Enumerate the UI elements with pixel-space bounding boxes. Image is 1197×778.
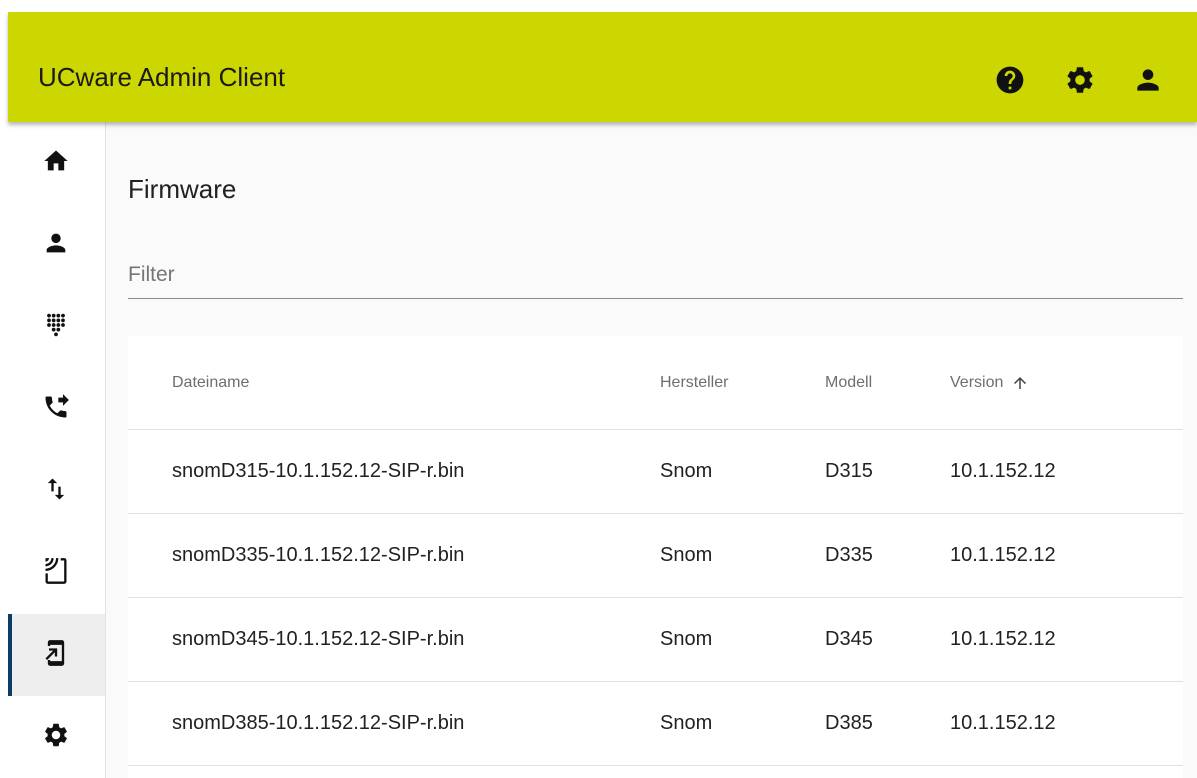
sidebar-item-firmware[interactable] (8, 614, 105, 696)
cell-filename: snomD335-10.1.152.12-SIP-r.bin (172, 544, 465, 566)
cell-filename: snomD385-10.1.152.12-SIP-r.bin (172, 712, 465, 734)
cell-vendor: Snom (660, 628, 713, 650)
sidebar-nav (8, 122, 106, 778)
column-header-version-label: Version (950, 373, 1004, 391)
column-header-hersteller[interactable]: Hersteller (660, 336, 728, 429)
sidebar-item-devices[interactable] (8, 532, 105, 614)
sidebar-item-import-export[interactable] (8, 450, 105, 532)
cell-vendor: Snom (660, 544, 713, 566)
cell-version: 10.1.152.12 (950, 460, 1056, 482)
cell-vendor: Snom (660, 460, 713, 482)
user-icon (46, 233, 66, 253)
cell-filename: snomD345-10.1.152.12-SIP-r.bin (172, 628, 465, 650)
cell-version: 10.1.152.12 (950, 628, 1056, 650)
table-row[interactable]: snomD315-10.1.152.12-SIP-r.bin Snom D315… (128, 430, 1183, 514)
home-icon (44, 150, 68, 171)
column-header-modell[interactable]: Modell (825, 336, 872, 429)
table-header-row: Dateiname Hersteller Modell Version (128, 336, 1183, 430)
sidebar-item-dialpad[interactable] (8, 286, 105, 368)
table-row[interactable]: snomD385-10.1.152.12-SIP-r.bin Snom D385… (128, 682, 1183, 766)
table-row[interactable]: snomD335-10.1.152.12-SIP-r.bin Snom D335… (128, 514, 1183, 598)
column-header-version[interactable]: Version (950, 336, 1029, 429)
import-export-icon (47, 478, 65, 500)
cast-icon (45, 558, 67, 584)
firmware-table: Dateiname Hersteller Modell Version snom… (128, 336, 1183, 778)
table-row[interactable]: snomD345-10.1.152.12-SIP-r.bin Snom D345… (128, 598, 1183, 682)
cell-version: 10.1.152.12 (950, 544, 1056, 566)
cell-model: D315 (825, 460, 873, 482)
sort-ascending-icon (1014, 376, 1027, 389)
app-toolbar: UCware Admin Client (8, 12, 1197, 122)
sidebar-item-users[interactable] (8, 204, 105, 286)
main-content: Firmware Dateiname Hersteller Modell Ver… (106, 122, 1197, 778)
dialpad-icon (47, 313, 65, 337)
sidebar-item-call-forwarding[interactable] (8, 368, 105, 450)
app-title: UCware Admin Client (38, 62, 286, 92)
account-icon[interactable] (1132, 64, 1164, 96)
cell-model: D335 (825, 544, 873, 566)
sidebar-item-home[interactable] (8, 122, 105, 204)
settings-icon[interactable] (1064, 64, 1096, 96)
cell-vendor: Snom (660, 712, 713, 734)
page-title: Firmware (128, 174, 237, 204)
column-header-dateiname[interactable]: Dateiname (172, 336, 249, 429)
help-icon[interactable] (994, 64, 1026, 96)
cell-model: D385 (825, 712, 873, 734)
phone-forward-icon (45, 394, 69, 418)
sidebar-item-settings[interactable] (8, 696, 105, 778)
cell-model: D345 (825, 628, 873, 650)
settings-icon (45, 723, 67, 747)
device-settings-icon (45, 640, 65, 666)
cell-filename: snomD315-10.1.152.12-SIP-r.bin (172, 460, 465, 482)
filter-input[interactable] (128, 252, 1183, 299)
cell-version: 10.1.152.12 (950, 712, 1056, 734)
